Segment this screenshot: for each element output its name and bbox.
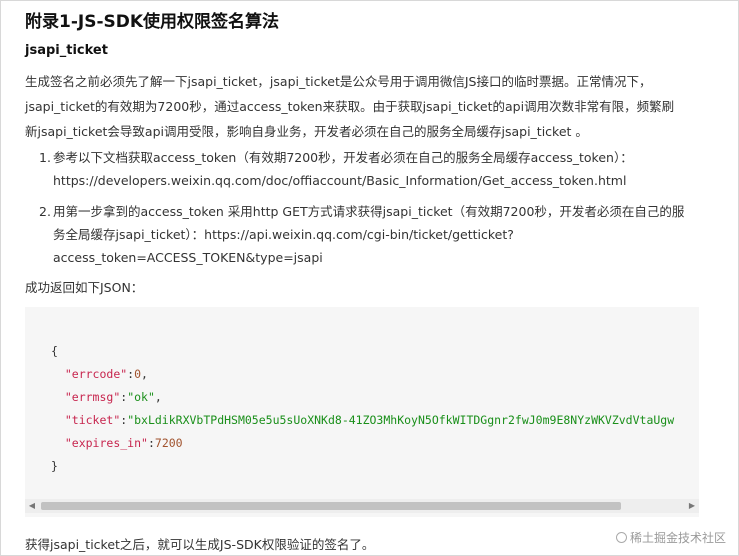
watermark: 稀土掘金技术社区 [615,529,726,546]
list-number: 1. [39,150,51,165]
json-key: "expires_in" [64,436,148,450]
json-key: "errmsg" [64,390,121,404]
document-page: 附录1-JS-SDK使用权限签名算法 jsapi_ticket 生成签名之前必须… [0,0,739,556]
step-line: 务全局缓存jsapi_ticket）：https://api.weixin.qq… [53,227,514,242]
step-line: 用第一步拿到的access_token 采用http GET方式请求获得jsap… [53,204,685,219]
json-key: "errcode" [64,367,128,381]
list-item: 1. 参考以下文档获取access_token（有效期7200秒，开发者必须在自… [39,146,633,192]
json-key: "ticket" [64,413,121,427]
horizontal-scrollbar[interactable]: ◀ ▶ [25,499,699,513]
intro-line: 生成签名之前必须先了解一下jsapi_ticket，jsapi_ticket是公… [25,74,652,89]
step-link[interactable]: https://developers.weixin.qq.com/doc/off… [53,169,633,192]
intro-paragraph: 生成签名之前必须先了解一下jsapi_ticket，jsapi_ticket是公… [25,69,725,144]
list-item: 2. 用第一步拿到的access_token 采用http GET方式请求获得j… [39,200,684,269]
scroll-right-arrow-icon[interactable]: ▶ [685,499,699,513]
code-block[interactable]: { "errcode":0, "errmsg":"ok", "ticket":"… [25,307,699,517]
code-brace: { [51,344,58,358]
footer-text: 获得jsapi_ticket之后，就可以生成JS-SDK权限验证的签名了。 [25,537,375,552]
code-brace: } [51,459,58,473]
intro-line: jsapi_ticket的有效期为7200秒，通过access_token来获取… [25,99,675,114]
scroll-thumb[interactable] [41,502,621,510]
list-number: 2. [39,204,51,219]
watermark-text: 稀土掘金技术社区 [629,531,726,545]
step-line: 参考以下文档获取access_token（有效期7200秒，开发者必须在自己的服… [53,150,633,165]
json-value: 0 [134,367,142,381]
section-heading: jsapi_ticket [25,43,108,58]
watermark-logo-icon [615,532,627,543]
json-value: 7200 [154,436,183,450]
json-code: { "errcode":0, "errmsg":"ok", "ticket":"… [51,344,675,473]
json-value: "ok" [127,390,155,404]
scroll-left-arrow-icon[interactable]: ◀ [25,499,39,513]
page-title: 附录1-JS-SDK使用权限签名算法 [25,12,280,32]
intro-line: 新jsapi_ticket会导致api调用受限，影响自身业务，开发者必须在自己的… [25,124,588,139]
json-value: "bxLdikRXVbTPdHSM05e5u5sUoXNKd8-41ZO3MhK… [127,413,675,427]
step-line: access_token=ACCESS_TOKEN&type=jsapi [53,250,323,265]
success-label: 成功返回如下JSON： [25,280,144,295]
